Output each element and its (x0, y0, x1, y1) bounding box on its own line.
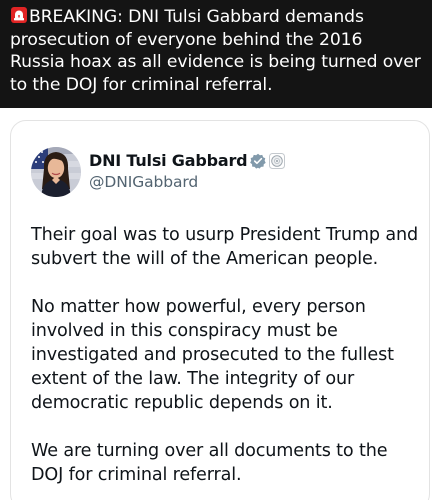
post-paragraph: We are turning over all documents to the… (31, 441, 388, 485)
author-row[interactable]: DNI Tulsi Gabbard (89, 151, 286, 170)
author-display-name[interactable]: DNI Tulsi Gabbard (89, 151, 248, 170)
post-body: Their goal was to usurp President Trump … (31, 223, 423, 500)
headline: BREAKING: DNI Tulsi Gabbard demands pros… (10, 6, 422, 96)
news-header: BREAKING: DNI Tulsi Gabbard demands pros… (0, 0, 432, 108)
avatar[interactable] (31, 147, 81, 197)
post-paragraph: Their goal was to usurp President Trump … (31, 225, 419, 269)
post-paragraph: No matter how powerful, every person inv… (31, 297, 394, 413)
headline-text: BREAKING: DNI Tulsi Gabbard demands pros… (10, 7, 421, 95)
government-seal-icon (269, 153, 286, 169)
verified-badge-icon (250, 153, 267, 169)
siren-icon (11, 7, 27, 23)
author-handle[interactable]: @DNIGabbard (89, 173, 198, 191)
